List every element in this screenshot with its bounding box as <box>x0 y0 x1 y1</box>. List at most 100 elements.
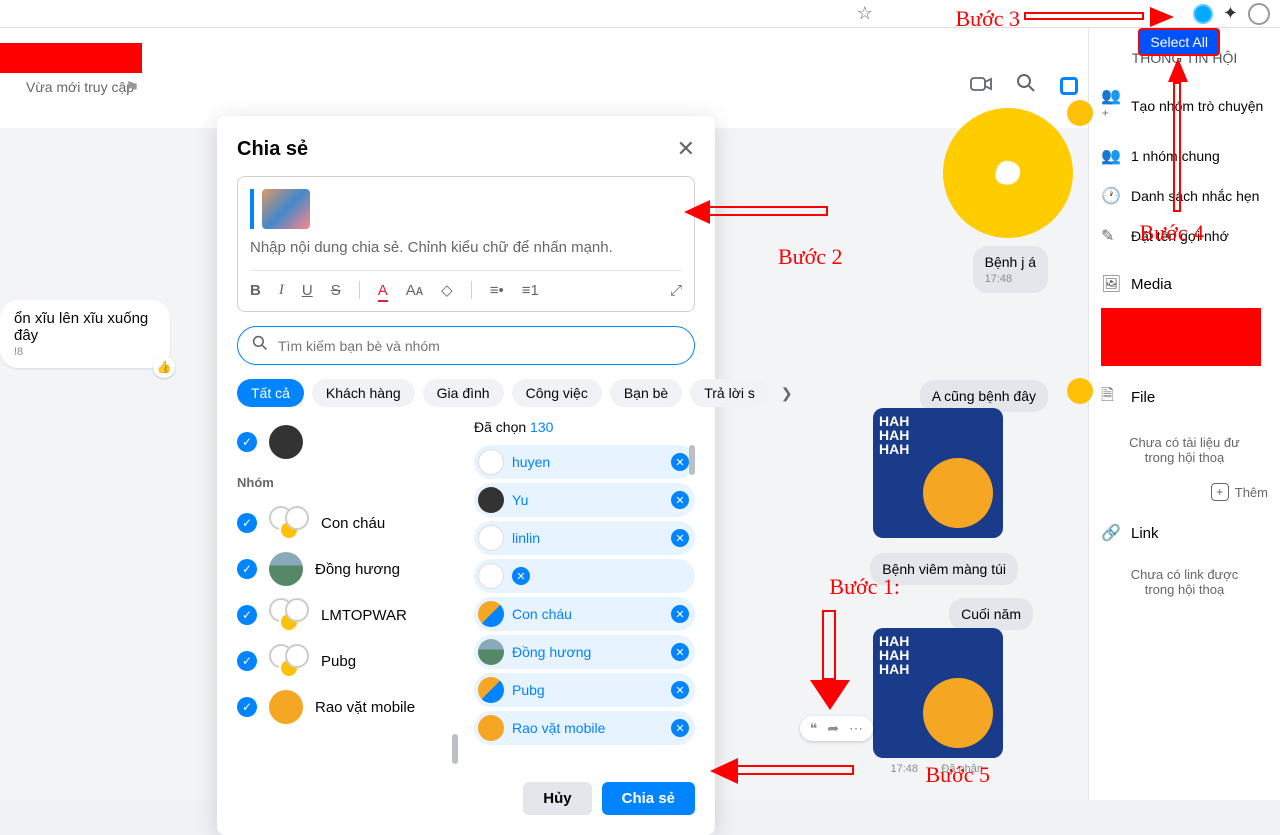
contact-row[interactable]: ✓ Pubg <box>237 638 458 684</box>
message-status: Đã nhận <box>941 763 983 775</box>
link-section[interactable]: 🔗Link <box>1089 513 1280 553</box>
contact-row[interactable]: ✓ LMTOPWAR <box>237 592 458 638</box>
scrollbar[interactable] <box>452 734 458 764</box>
search-icon[interactable] <box>1016 73 1036 99</box>
nickname-item[interactable]: ✎Đặt tên gợi nhớ <box>1089 216 1280 256</box>
font-size-icon[interactable]: Aᴀ <box>406 282 423 299</box>
checkbox-checked-icon[interactable]: ✓ <box>237 513 257 533</box>
chat-header: Vừa mới truy cập ⚑ <box>0 28 1088 128</box>
message-text: Bệnh j á <box>985 254 1036 270</box>
media-section[interactable]: 🖼Media <box>1089 264 1280 304</box>
more-icon[interactable]: ⋯ <box>849 720 863 737</box>
selected-name: linlin <box>512 530 663 546</box>
chip-work[interactable]: Công việc <box>512 379 602 407</box>
scrollbar[interactable] <box>689 445 695 475</box>
reaction-icon[interactable]: 👍 <box>153 356 175 378</box>
group-avatar <box>269 644 309 678</box>
link-empty-text: Chưa có link được trong hội thoạ <box>1089 553 1280 611</box>
avatar <box>478 639 504 665</box>
checkbox-checked-icon[interactable]: ✓ <box>237 605 257 625</box>
close-icon[interactable]: ✕ <box>677 136 695 162</box>
checkbox-checked-icon[interactable]: ✓ <box>237 651 257 671</box>
contact-name: Con cháu <box>321 515 385 532</box>
checkbox-checked-icon[interactable]: ✓ <box>237 559 257 579</box>
bold-icon[interactable]: B <box>250 282 261 299</box>
file-empty-text: Chưa có tài liệu đư trong hội thoạ <box>1089 421 1280 479</box>
message-bubble: ổn xĩu lên xĩu xuống đây !8 👍 <box>0 300 170 368</box>
add-file[interactable]: +Thêm <box>1089 479 1280 505</box>
selected-count: 130 <box>530 419 553 435</box>
remove-icon[interactable]: ✕ <box>512 567 530 585</box>
sender-avatar <box>1067 378 1093 404</box>
remove-icon[interactable]: ✕ <box>671 491 689 509</box>
chevron-right-icon[interactable]: ❯ <box>781 385 793 402</box>
contact-row[interactable]: ✓ <box>237 419 458 465</box>
chip-family[interactable]: Gia đình <box>423 379 504 407</box>
underline-icon[interactable]: U <box>302 282 313 299</box>
selected-item: Rao vặt mobile ✕ <box>474 711 695 745</box>
reminder-item[interactable]: 🕐Danh sách nhắc hẹn <box>1089 176 1280 216</box>
chip-friends[interactable]: Bạn bè <box>610 379 682 407</box>
tag-icon[interactable]: ⚑ <box>125 78 139 98</box>
profile-avatar-icon[interactable] <box>1248 3 1270 25</box>
chip-all[interactable]: Tất cả <box>237 379 304 407</box>
strike-icon[interactable]: S <box>331 282 341 299</box>
create-group-item[interactable]: 👥⁺Tạo nhóm trò chuyện <box>1089 76 1280 136</box>
chip-customers[interactable]: Khách hàng <box>312 379 415 407</box>
contact-row[interactable]: ✓ Con cháu <box>237 500 458 546</box>
message-bubble: Bệnh j á 17:48 <box>973 246 1048 293</box>
avatar <box>478 487 504 513</box>
selected-header: Đã chọn 130 <box>474 419 695 435</box>
checkbox-checked-icon[interactable]: ✓ <box>237 697 257 717</box>
compose-box[interactable]: Nhập nội dung chia sẻ. Chỉnh kiểu chữ để… <box>237 176 695 312</box>
extension-icon[interactable] <box>1193 4 1213 24</box>
panel-toggle-icon[interactable] <box>1060 77 1078 95</box>
remove-icon[interactable]: ✕ <box>671 681 689 699</box>
remove-icon[interactable]: ✕ <box>671 719 689 737</box>
quote-icon[interactable]: ❝ <box>810 720 818 737</box>
remove-icon[interactable]: ✕ <box>671 453 689 471</box>
extensions-puzzle-icon[interactable]: ✦ <box>1223 3 1238 24</box>
font-color-icon[interactable]: A <box>378 282 388 299</box>
cancel-button[interactable]: Hủy <box>523 782 591 815</box>
search-input[interactable] <box>278 338 680 354</box>
selected-name: Rao vặt mobile <box>512 720 663 736</box>
remove-icon[interactable]: ✕ <box>671 605 689 623</box>
forward-icon[interactable]: ➦ <box>827 720 839 737</box>
sender-avatar <box>1067 100 1093 126</box>
search-icon <box>252 335 268 356</box>
video-call-icon[interactable] <box>970 75 992 98</box>
mutual-group-item[interactable]: 👥1 nhóm chung <box>1089 136 1280 176</box>
message-actions: ❝ ➦ ⋯ <box>800 716 873 741</box>
contact-row[interactable]: ✓ Rao vặt mobile <box>237 684 458 730</box>
group-avatar <box>269 552 303 586</box>
avatar <box>478 449 504 475</box>
bookmark-star-icon[interactable]: ☆ <box>857 3 873 24</box>
remove-icon[interactable]: ✕ <box>671 643 689 661</box>
contact-list: ✓ Nhóm ✓ Con cháu ✓ Đồng hương <box>237 419 458 764</box>
selected-item: ✕ <box>474 559 695 593</box>
clear-format-icon[interactable]: ◇ <box>441 281 453 299</box>
search-contacts[interactable] <box>237 326 695 365</box>
compose-placeholder: Nhập nội dung chia sẻ. Chỉnh kiểu chữ để… <box>250 239 682 256</box>
group-avatar <box>269 506 309 540</box>
contact-row[interactable]: ✓ Đồng hương <box>237 546 458 592</box>
file-section[interactable]: 🗎File <box>1089 374 1280 421</box>
number-list-icon[interactable]: ≡1 <box>522 282 539 299</box>
message-time: 17:48 <box>985 273 1036 285</box>
plus-icon: + <box>1211 483 1229 501</box>
avatar <box>478 715 504 741</box>
checkbox-checked-icon[interactable]: ✓ <box>237 432 257 452</box>
chip-autoreply[interactable]: Trả lời s <box>690 379 769 407</box>
bullet-list-icon[interactable]: ≡• <box>490 282 504 299</box>
sticker-image <box>873 408 1003 538</box>
group-add-icon: 👥⁺ <box>1101 86 1121 126</box>
italic-icon[interactable]: I <box>279 282 284 299</box>
chat-area: Vừa mới truy cập ⚑ ổn xĩu lên xĩu xuống … <box>0 28 1088 800</box>
remove-icon[interactable]: ✕ <box>671 529 689 547</box>
redacted-name <box>0 43 142 73</box>
select-all-button[interactable]: Select All <box>1138 28 1220 56</box>
share-button[interactable]: Chia sẻ <box>602 782 695 815</box>
expand-icon[interactable]: ⤢ <box>670 282 682 299</box>
selected-item: Yu✕ <box>474 483 695 517</box>
